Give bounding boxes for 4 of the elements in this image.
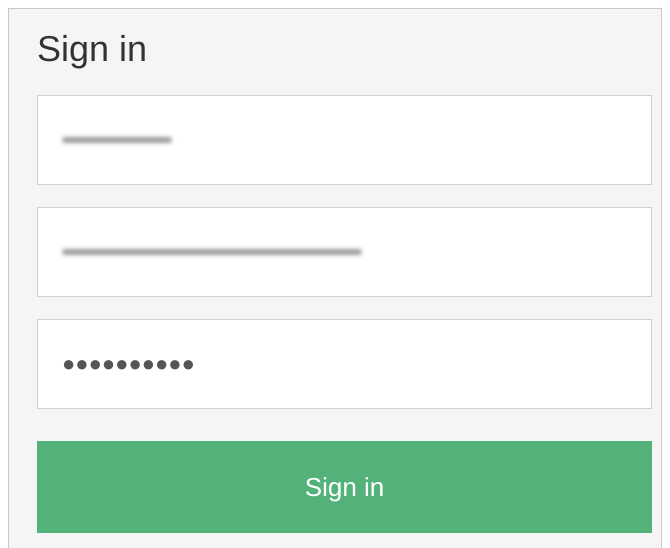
form-title: Sign in bbox=[37, 27, 148, 71]
input-field[interactable]: ●●●●●●●●●● bbox=[37, 319, 652, 409]
input-field[interactable] bbox=[37, 95, 652, 185]
input-field[interactable] bbox=[37, 207, 652, 297]
